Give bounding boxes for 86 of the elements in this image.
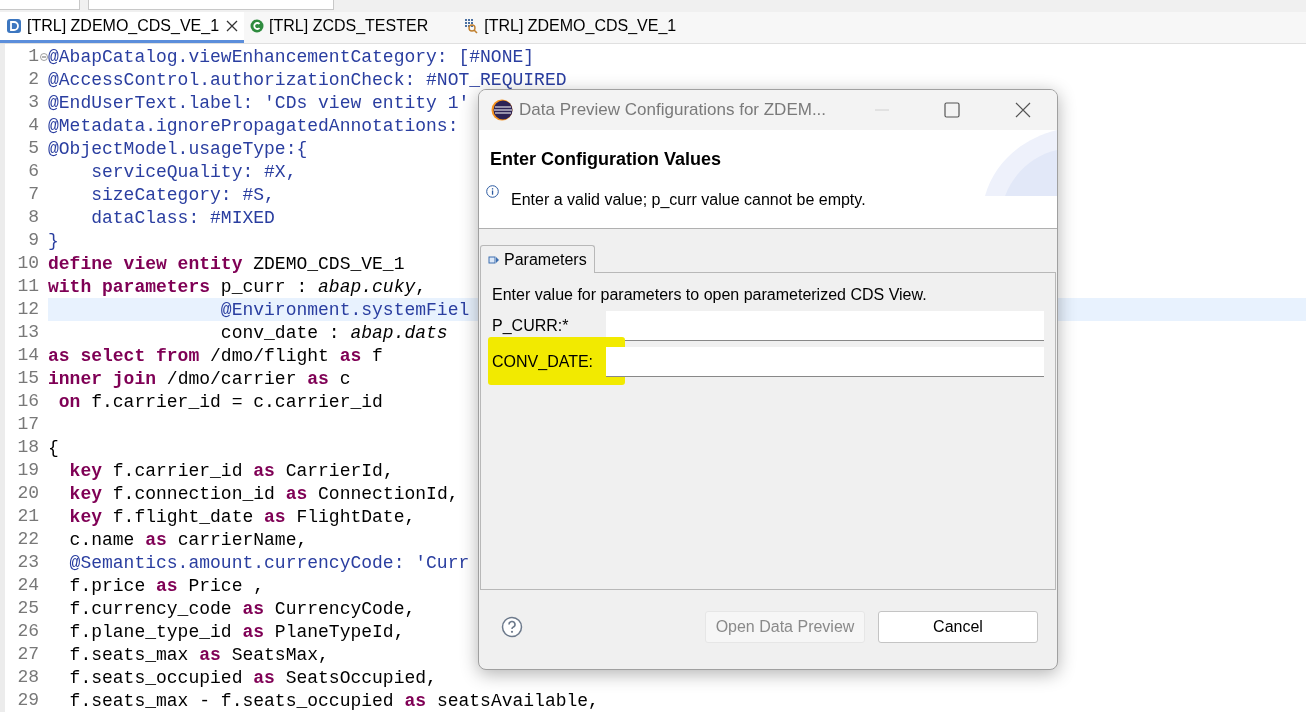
field-label: CONV_DATE: [492,352,595,372]
code-line: @Environment.systemFiel [219,300,470,319]
line-number: 7 [27,183,39,206]
field-label: P_CURR:* [492,316,570,336]
line-number: 16 [16,390,39,413]
code-line: with parameters p_curr : abap.cuky, [48,277,427,296]
editor-tab[interactable]: [TRL] ZDEMO_CDS_VE_1 [0,12,245,43]
grid-magnifier-icon [463,18,480,34]
dialog-heading: Enter Configuration Values [490,148,722,171]
code-line: inner join /dmo/carrier as c [48,369,351,388]
info-icon [486,185,499,198]
code-line: key f.flight_date as FlightDate, [68,507,416,526]
close-icon[interactable] [1015,102,1031,118]
input-field[interactable] [606,311,1044,341]
editor-tab[interactable]: [TRL] ZCDS_TESTER [244,12,458,43]
code-line: f.seats_max - f.seats_occupied as seatsAvailable, [68,691,599,710]
close-icon[interactable] [226,20,239,32]
line-number: 12 [16,298,39,321]
fold-icon[interactable] [39,52,48,61]
line-number: 4 [27,114,39,137]
code-line: f.price as Price , [68,576,265,595]
line-number: 22 [16,528,39,551]
code-line: @AccessControl.authorizationCheck: #NOT_REQUIRED [48,70,567,89]
code-line: @AbapCatalog.viewEnhancementCategory: [#NONE] [48,47,535,66]
code-line: @ObjectModel.usageType:{ [48,139,308,158]
code-line: @Semantics.amount.currencyCode: 'Curr [68,553,470,572]
line-number: 24 [16,574,39,597]
line-number: 8 [27,206,39,229]
line-number: 20 [16,482,39,505]
code-line: sizeCategory: #S, [90,185,275,204]
line-number: 10 [16,252,39,275]
line-number: 28 [16,666,39,689]
line-number: 3 [27,91,39,114]
line-number: 2 [27,68,39,91]
line-number: 14 [16,344,39,367]
line-number: 9 [27,229,39,252]
code-line: key f.carrier_id as CarrierId, [68,461,394,480]
code-line: f.seats_max as SeatsMax, [68,645,329,664]
instruction-text: Enter value for parameters to open parameterized CDS View. [492,285,928,305]
code-line: as select from /dmo/flight as f [48,346,383,365]
line-number: 19 [16,459,39,482]
parameters-tab[interactable]: Parameters [480,245,595,273]
line-number: 21 [16,505,39,528]
class-icon [250,19,265,33]
tab-label: [TRL] ZDEMO_CDS_VE_1 [484,16,677,36]
code-line: c.name as carrierName, [68,530,308,549]
line-number: 27 [16,643,39,666]
maximize-icon[interactable] [944,102,960,118]
line-number: 25 [16,597,39,620]
input-field[interactable] [606,347,1044,377]
code-line: { [48,438,59,457]
code-line: on f.carrier_id = c.carrier_id [57,392,383,411]
editor-tab[interactable]: [TRL] ZDEMO_CDS_VE_1 [457,12,706,43]
code-line: f.currency_code as CurrencyCode, [68,599,416,618]
code-line: f.seats_occupied as SeatsOccupied, [68,668,437,687]
code-line: @Metadata.ignorePropagatedAnnotations: [48,116,459,135]
app-icon [491,99,513,121]
code-line: key f.connection_id as ConnectionId, [68,484,459,503]
code-line: f.plane_type_id as PlaneTypeId, [68,622,405,641]
document-icon [6,18,22,34]
tab-label: [TRL] ZCDS_TESTER [269,16,429,36]
code-line: conv_date : abap.dats [219,323,448,342]
code-line: dataClass: #MIXED [90,208,275,227]
line-number: 29 [16,689,39,712]
code-line: serviceQuality: #X, [90,162,297,181]
line-number: 15 [16,367,39,390]
help-icon[interactable] [501,615,523,638]
line-number: 23 [16,551,39,574]
toolbar-field[interactable] [0,0,80,10]
line-number: 6 [27,160,39,183]
line-number: 1 [27,45,39,68]
line-number: 17 [16,413,39,436]
line-number: 26 [16,620,39,643]
line-number: 18 [16,436,39,459]
dialog-button[interactable]: Cancel [878,610,1038,643]
code-line: @EndUserText.label: 'CDs view entity 1' [48,93,470,112]
line-number: 11 [16,275,39,298]
code-line: define view entity ZDEMO_CDS_VE_1 [48,254,405,273]
tab-label: [TRL] ZDEMO_CDS_VE_1 [27,16,220,36]
toolbar-field[interactable] [88,0,334,10]
line-number: 5 [27,137,39,160]
validation-message: Enter a valid value; p_curr value cannot be empty. [511,190,866,210]
arrow-icon [488,254,500,265]
dialog-title: Data Preview Configurations for ZDEM... [519,99,827,122]
code-line: } [48,231,59,250]
line-number: 13 [16,321,39,344]
